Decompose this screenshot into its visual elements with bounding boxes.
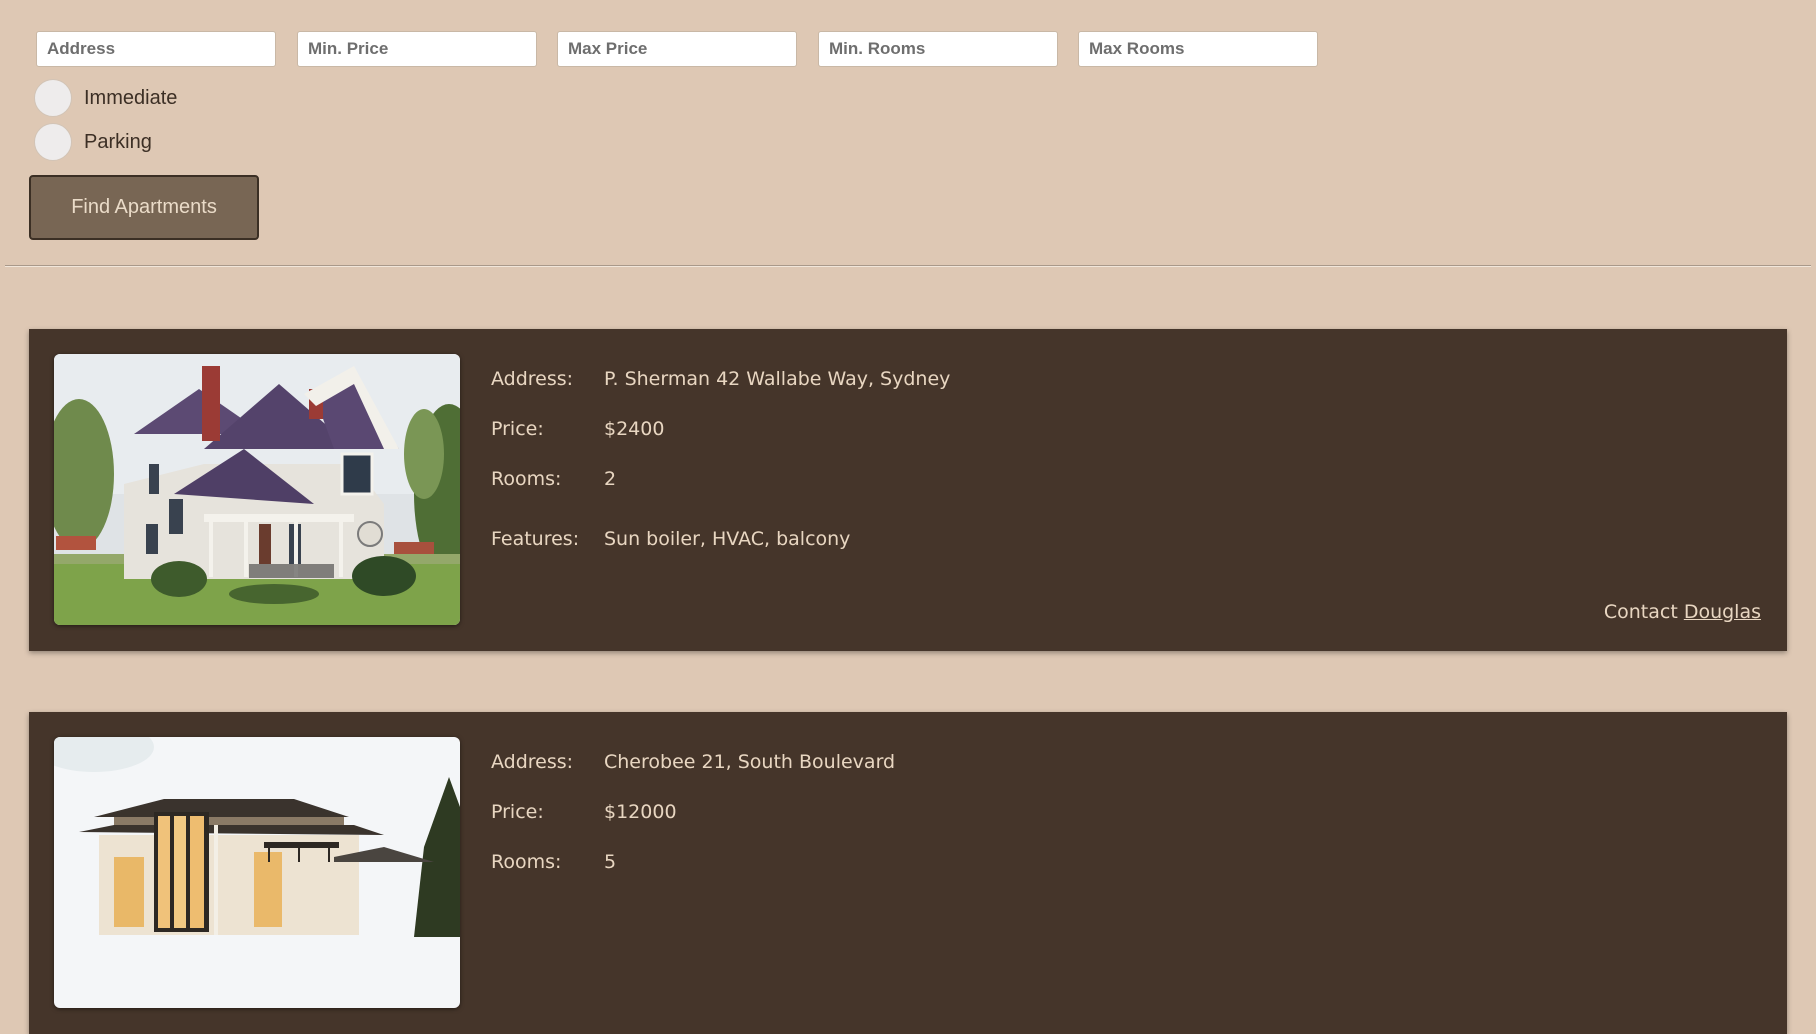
- parking-checkbox[interactable]: [34, 123, 72, 161]
- listing-card: Address: P. Sherman 42 Wallabe Way, Sydn…: [29, 329, 1787, 651]
- price-label: Price:: [491, 801, 544, 823]
- address-input[interactable]: [36, 31, 276, 67]
- contact-line: Contact Douglas: [1604, 601, 1761, 623]
- address-value: P. Sherman 42 Wallabe Way, Sydney: [604, 368, 951, 390]
- price-label: Price:: [491, 418, 544, 440]
- address-label: Address:: [491, 368, 574, 390]
- immediate-checkbox[interactable]: [34, 79, 72, 117]
- price-value: $2400: [604, 418, 665, 440]
- parking-option[interactable]: Parking: [34, 122, 152, 162]
- max-price-input[interactable]: [557, 31, 797, 67]
- parking-label: Parking: [84, 130, 152, 153]
- address-label: Address:: [491, 751, 574, 773]
- contact-prefix: Contact: [1603, 601, 1678, 623]
- rooms-value: 2: [604, 468, 617, 490]
- listing-card: Address: Cherobee 21, South Boulevard Pr…: [29, 712, 1787, 1034]
- contact-link-douglas[interactable]: Douglas: [1684, 601, 1761, 623]
- max-rooms-input[interactable]: [1078, 31, 1318, 67]
- divider: [5, 265, 1811, 267]
- min-rooms-input[interactable]: [818, 31, 1058, 67]
- address-value: Cherobee 21, South Boulevard: [604, 751, 896, 773]
- min-price-input[interactable]: [297, 31, 537, 67]
- rooms-label: Rooms:: [491, 468, 562, 490]
- listing-photo-victorian-house: [54, 354, 460, 625]
- listing-photo-modern-house: [54, 737, 460, 1008]
- price-value: $12000: [604, 801, 677, 823]
- immediate-label: Immediate: [84, 86, 178, 109]
- immediate-option[interactable]: Immediate: [34, 78, 177, 118]
- features-label: Features:: [491, 528, 580, 550]
- find-apartments-button[interactable]: Find Apartments: [29, 175, 259, 240]
- search-filters: Immediate Parking Find Apartments: [0, 0, 1816, 270]
- features-value: Sun boiler, HVAC, balcony: [604, 528, 851, 550]
